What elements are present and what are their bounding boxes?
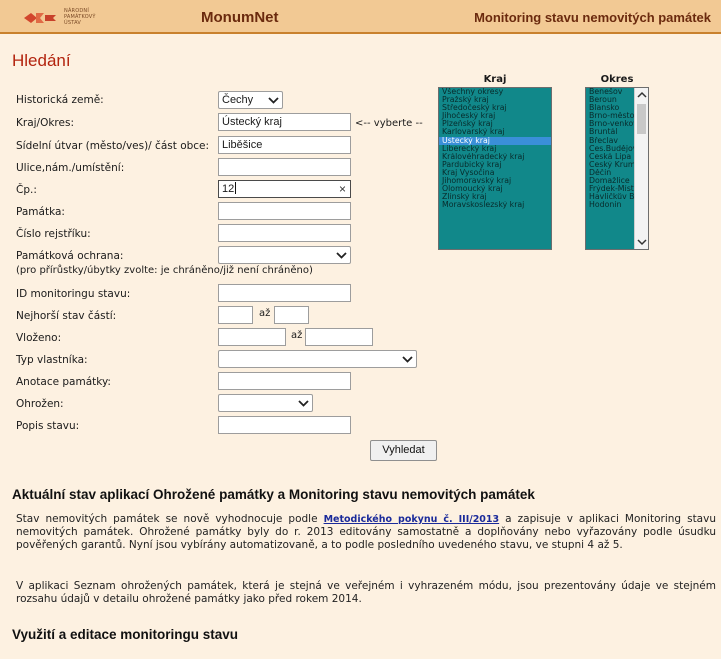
app-header: NÁRODNÍ PAMÁTKOVÝ ÚSTAV MonumNet Monitor…: [0, 0, 721, 34]
cislo-rejstriku-label: Číslo rejstříku:: [16, 228, 91, 240]
section-title-aktualni-stav: Aktuální stav aplikací Ohrožené památky …: [12, 487, 535, 502]
npu-logo[interactable]: NÁRODNÍ PAMÁTKOVÝ ÚSTAV: [22, 8, 140, 28]
section-title-vyuziti: Využití a editace monitoringu stavu: [12, 627, 239, 642]
popis-stavu-input[interactable]: [218, 416, 351, 434]
nejhorsi-stav-az-label: až: [259, 308, 271, 319]
cp-value: 12: [222, 183, 235, 195]
kraj-item-vsechny[interactable]: Všechny okresy: [439, 88, 551, 96]
section-paragraph-2: V aplikaci Seznam ohrožených památek, kt…: [16, 580, 716, 605]
anotace-label: Anotace památky:: [16, 376, 111, 388]
chevron-down-icon: [298, 400, 309, 407]
kraj-item-ustecky[interactable]: Ústecký kraj: [439, 136, 551, 145]
historicka-zeme-select[interactable]: Čechy: [218, 91, 283, 109]
vlozeno-az-label: až: [291, 330, 303, 341]
brand-name[interactable]: MonumNet: [201, 9, 279, 26]
id-monitoringu-input[interactable]: [218, 284, 351, 302]
section-paragraph-1: Stav nemovitých památek se nově vyhodnoc…: [16, 513, 716, 552]
clear-icon[interactable]: ×: [339, 181, 346, 197]
nejhorsi-stav-from-input[interactable]: [218, 306, 253, 324]
ulice-label: Ulice,nám./umístění:: [16, 162, 125, 174]
chevron-down-icon: [268, 97, 279, 104]
anotace-input[interactable]: [218, 372, 351, 390]
kraj-item-jihocesky[interactable]: Jihočeský kraj: [439, 112, 551, 120]
kraj-item-zlinsky[interactable]: Zlínský kraj: [439, 193, 551, 201]
page-title: Hledání: [12, 51, 71, 70]
logo-icon: [24, 13, 56, 23]
kraj-item-liberecky[interactable]: Liberecký kraj: [439, 145, 551, 153]
chevron-up-icon[interactable]: [637, 91, 647, 99]
nejhorsi-stav-label: Nejhorší stav částí:: [16, 310, 117, 322]
metodicky-pokyn-link[interactable]: Metodického pokynu č. III/2013: [324, 514, 500, 525]
sidelni-utvar-label: Sídelní útvar (město/ves)/ část obce:: [16, 140, 210, 152]
okres-scrollbar[interactable]: [634, 88, 648, 249]
vlozeno-to-input[interactable]: [305, 328, 373, 346]
kraj-item-jihomoravsky[interactable]: Jihomoravský kraj: [439, 177, 551, 185]
nejhorsi-stav-to-input[interactable]: [274, 306, 309, 324]
kraj-list-header: Kraj: [483, 74, 507, 85]
kraj-item-stredocesky[interactable]: Středočeský kraj: [439, 104, 551, 112]
id-monitoringu-label: ID monitoringu stavu:: [16, 288, 131, 300]
historicka-zeme-value: Čechy: [222, 94, 254, 106]
cp-input[interactable]: 12 ×: [218, 180, 351, 198]
chevron-down-icon[interactable]: [637, 238, 647, 246]
scrollbar-thumb[interactable]: [637, 104, 646, 134]
kraj-item-olomoucky[interactable]: Olomoucký kraj: [439, 185, 551, 193]
chevron-down-icon: [402, 356, 413, 363]
logo-text: NÁRODNÍ PAMÁTKOVÝ ÚSTAV: [64, 8, 96, 26]
vlozeno-label: Vloženo:: [16, 332, 62, 344]
pamatka-label: Památka:: [16, 206, 65, 218]
kraj-item-moravskoslezsky[interactable]: Moravskoslezský kraj: [439, 201, 551, 209]
kraj-okres-field[interactable]: Ústecký kraj: [218, 113, 351, 131]
historicka-zeme-label: Historická země:: [16, 94, 104, 106]
kraj-item-prazsky[interactable]: Pražský kraj: [439, 96, 551, 104]
kraj-item-vysocina[interactable]: Kraj Vysočina: [439, 169, 551, 177]
typ-vlastnika-select[interactable]: [218, 350, 417, 368]
ulice-input[interactable]: [218, 158, 351, 176]
select-hint: <-- vyberte --: [355, 118, 423, 129]
text-cursor: [235, 182, 237, 194]
pamatkova-ochrana-label: Památková ochrana:: [16, 250, 124, 262]
kraj-item-plzensky[interactable]: Plzeňský kraj: [439, 120, 551, 128]
kraj-okres-label: Kraj/Okres:: [16, 117, 74, 129]
kraj-item-karlovarsky[interactable]: Karlovarský kraj: [439, 128, 551, 136]
ohrozen-label: Ohrožen:: [16, 398, 64, 410]
ohrozen-select[interactable]: [218, 394, 313, 412]
pamatka-input[interactable]: [218, 202, 351, 220]
app-title: Monitoring stavu nemovitých památek: [474, 10, 711, 25]
kraj-item-pardubicky[interactable]: Pardubický kraj: [439, 161, 551, 169]
chevron-down-icon: [336, 252, 347, 259]
sidelni-utvar-input[interactable]: Liběšice: [218, 136, 351, 154]
cislo-rejstriku-input[interactable]: [218, 224, 351, 242]
kraj-listbox[interactable]: Všechny okresy Pražský kraj Středočeský …: [438, 87, 552, 250]
popis-stavu-label: Popis stavu:: [16, 420, 80, 432]
ochrana-note: (pro přírůstky/úbytky zvolte: je chráněn…: [16, 265, 313, 276]
paragraph-text: Stav nemovitých památek se nově vyhodnoc…: [16, 513, 324, 525]
kraj-item-kralovehradecky[interactable]: Královéhradecký kraj: [439, 153, 551, 161]
cp-label: Čp.:: [16, 184, 37, 196]
vlozeno-from-input[interactable]: [218, 328, 286, 346]
okres-listbox[interactable]: Benešov Beroun Blansko Brno-město Brno-v…: [585, 87, 649, 250]
search-button[interactable]: Vyhledat: [370, 440, 437, 461]
okres-list-header: Okres: [600, 74, 634, 85]
pamatkova-ochrana-select[interactable]: [218, 246, 351, 264]
typ-vlastnika-label: Typ vlastníka:: [16, 354, 88, 366]
